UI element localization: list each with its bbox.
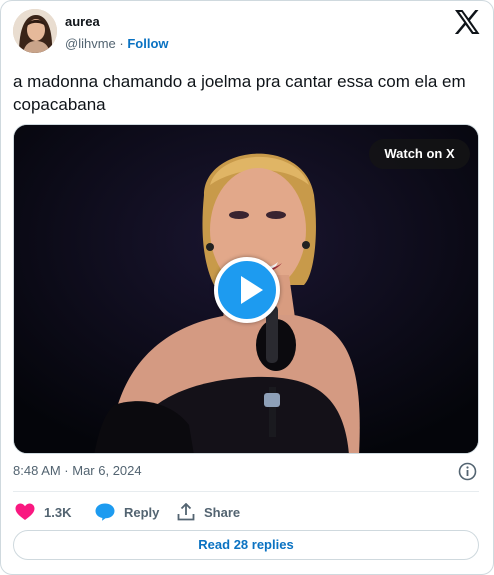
reply-bubble-icon [95, 503, 115, 521]
follow-button[interactable]: Follow [127, 36, 168, 51]
play-icon [241, 276, 263, 304]
x-logo-icon[interactable] [454, 10, 480, 34]
like-button[interactable]: 1.3K [15, 501, 71, 523]
avatar-image [13, 9, 57, 53]
like-count: 1.3K [44, 504, 72, 520]
read-replies-button[interactable]: Read 28 replies [13, 530, 479, 560]
video-media[interactable]: Watch on X [13, 124, 479, 454]
info-icon[interactable] [458, 462, 477, 481]
tweet-embed-card: aurea @lihvme · Follow a madonna chamand… [0, 0, 494, 575]
divider [13, 491, 479, 492]
reply-button[interactable]: Reply [95, 501, 159, 523]
author-handle-row: @lihvme · Follow [65, 36, 169, 51]
author-name[interactable]: aurea [65, 14, 100, 29]
separator-dot: · [119, 36, 124, 51]
heart-icon [15, 503, 35, 520]
reply-label: Reply [124, 504, 160, 520]
tweet-text: a madonna chamando a joelma pra cantar e… [13, 72, 466, 114]
share-label: Share [204, 504, 241, 520]
avatar[interactable] [13, 9, 57, 53]
watch-on-x-button[interactable]: Watch on X [369, 139, 470, 169]
share-button[interactable]: Share [177, 501, 240, 523]
play-button[interactable] [214, 257, 280, 323]
author-handle[interactable]: @lihvme [65, 36, 116, 51]
tweet-timestamp[interactable]: 8:48 AM · Mar 6, 2024 [13, 463, 142, 478]
share-icon [177, 503, 195, 521]
